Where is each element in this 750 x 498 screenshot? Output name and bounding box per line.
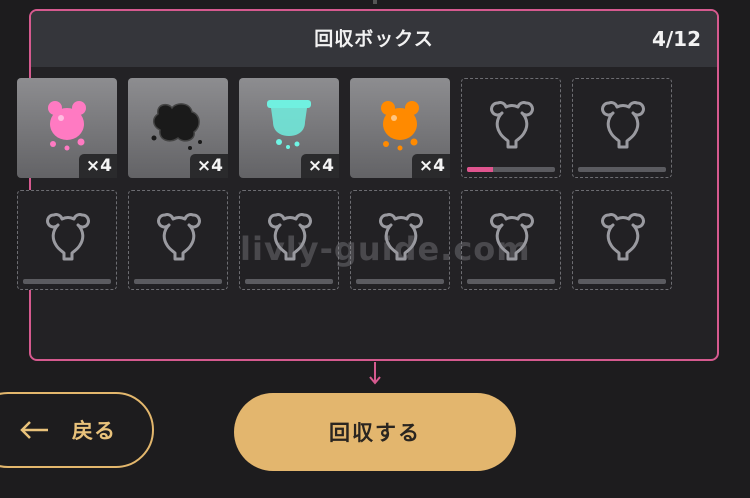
- collection-box-header: 回収ボックス 4/12: [31, 11, 717, 67]
- slot-progress-fill: [467, 167, 494, 172]
- item-quantity: ×4: [78, 154, 117, 178]
- cyan-drip-jelly-icon: [267, 100, 311, 149]
- item-slot-empty[interactable]: [239, 190, 339, 290]
- slot-progress-bar: [23, 279, 111, 284]
- item-slot-empty[interactable]: [461, 78, 561, 178]
- game-screen: 回収ボックス 4/12 ×4 ×4 ×4 ×4 livly-guide.com 戻る …: [0, 0, 750, 498]
- back-button[interactable]: 戻る: [0, 392, 154, 468]
- item-slot-filled[interactable]: ×4: [17, 78, 117, 178]
- collection-box-title: 回収ボックス: [314, 28, 434, 50]
- slot-progress-bar: [467, 279, 555, 284]
- pink-bear-jelly-icon: [48, 101, 86, 151]
- item-slot-empty[interactable]: [17, 190, 117, 290]
- item-slot-empty[interactable]: [461, 190, 561, 290]
- item-slot-empty[interactable]: [572, 190, 672, 290]
- item-slot-empty[interactable]: [350, 190, 450, 290]
- item-quantity: ×4: [411, 154, 450, 178]
- orange-bear-jelly-icon: [381, 101, 419, 151]
- slot-progress-bar: [467, 167, 555, 172]
- empty-slot-bear-outline-icon: [490, 213, 534, 261]
- item-quantity: ×4: [300, 154, 339, 178]
- empty-slot-bear-outline-icon: [601, 213, 645, 261]
- top-indicator: [373, 0, 377, 4]
- back-button-label: 戻る: [72, 419, 116, 443]
- empty-slot-bear-outline-icon: [490, 101, 534, 149]
- item-slot-empty[interactable]: [128, 190, 228, 290]
- item-slot-empty[interactable]: [572, 78, 672, 178]
- item-quantity: ×4: [189, 154, 228, 178]
- empty-slot-bear-outline-icon: [268, 213, 312, 261]
- empty-slot-bear-outline-icon: [601, 101, 645, 149]
- empty-slot-bear-outline-icon: [379, 213, 423, 261]
- item-slot-filled[interactable]: ×4: [239, 78, 339, 178]
- collect-button-label: 回収する: [329, 421, 421, 445]
- slot-grid: ×4 ×4 ×4 ×4: [17, 78, 672, 290]
- slot-progress-bar: [578, 279, 666, 284]
- empty-slot-bear-outline-icon: [157, 213, 201, 261]
- slot-progress-bar: [356, 279, 444, 284]
- collect-button[interactable]: 回収する: [234, 393, 516, 471]
- slot-progress-bar: [134, 279, 222, 284]
- slot-progress-bar: [578, 167, 666, 172]
- empty-slot-bear-outline-icon: [46, 213, 90, 261]
- item-slot-filled[interactable]: ×4: [350, 78, 450, 178]
- arrow-left-icon: [20, 421, 48, 439]
- collection-box-count: 4/12: [651, 27, 701, 51]
- slot-progress-bar: [245, 279, 333, 284]
- item-slot-filled[interactable]: ×4: [128, 78, 228, 178]
- down-arrow-icon: [369, 362, 381, 385]
- black-blob-jelly-icon: [151, 103, 202, 150]
